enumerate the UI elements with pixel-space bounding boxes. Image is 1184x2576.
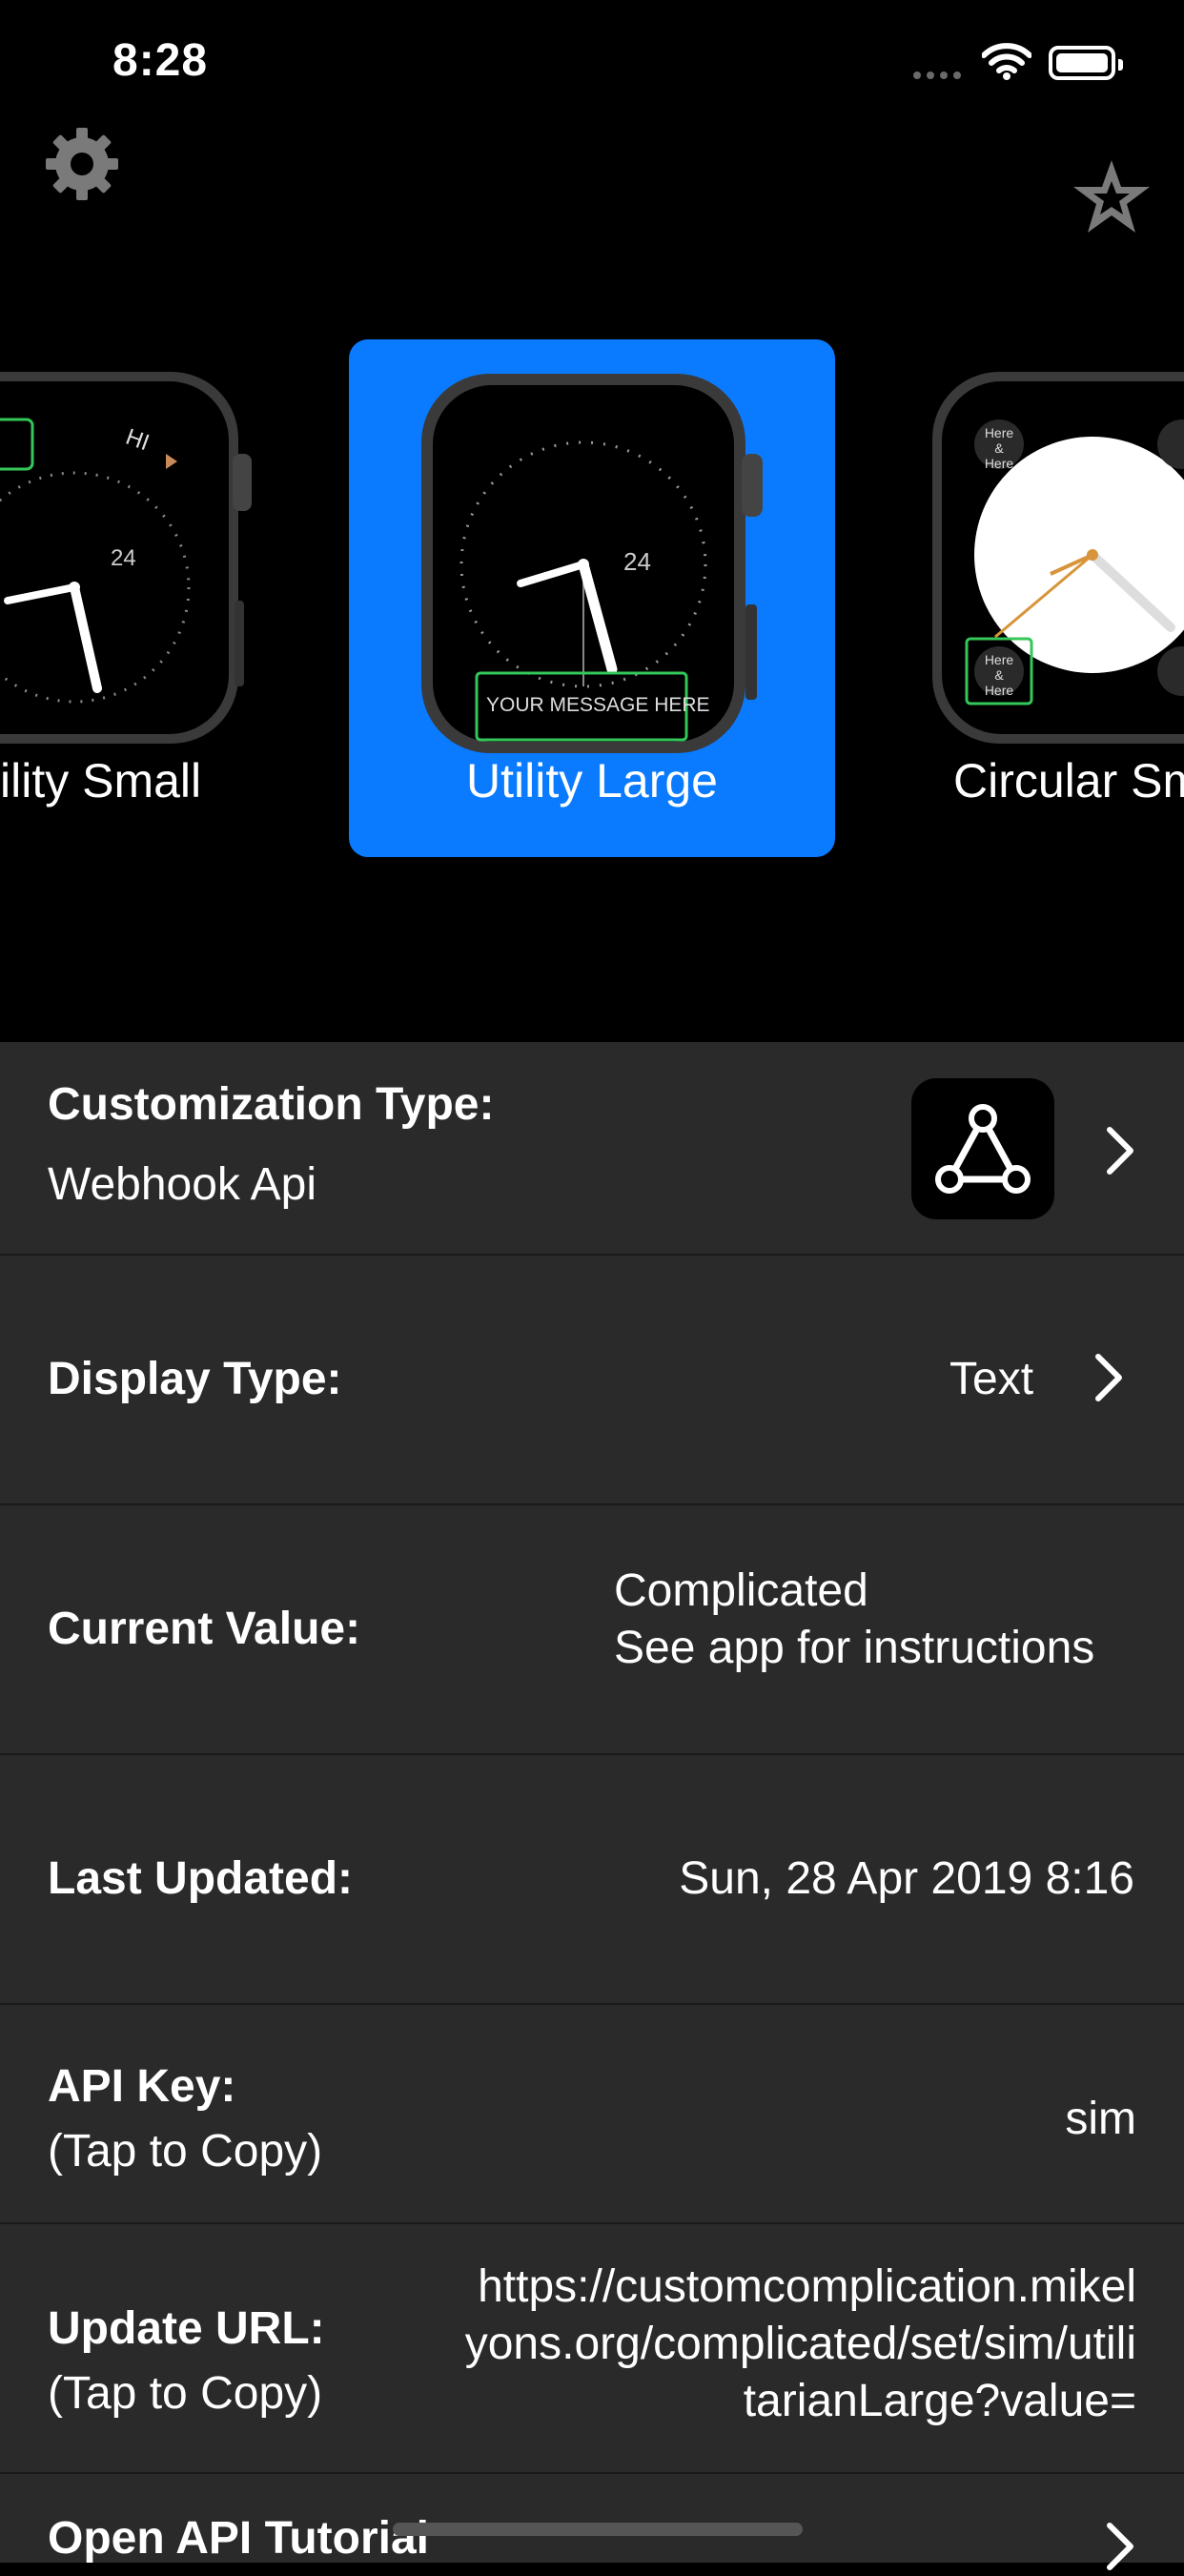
- settings-list: Customization Type: Webhook Api Display …: [0, 1042, 1184, 2570]
- update-url-line1: https://customcomplication.mikel: [478, 2261, 1136, 2312]
- battery-icon: [1049, 46, 1123, 80]
- watch-face-label: ility Small: [0, 754, 202, 808]
- watch-preview: [932, 372, 1184, 744]
- update-url-line3: tarianLarge?value=: [743, 2376, 1136, 2426]
- watch-face-number: 24: [111, 545, 136, 571]
- cellular-signal-icon: [913, 67, 967, 84]
- current-value-line2: See app for instructions: [614, 1623, 1095, 1673]
- customization-type-value: Webhook Api: [48, 1159, 316, 1210]
- update-url-row[interactable]: Update URL: (Tap to Copy) https://custom…: [0, 2222, 1184, 2474]
- complication-message: YOUR MESSAGE HERE: [486, 694, 710, 716]
- watch-face-carousel[interactable]: HI 24 ility Small 24 YOUR MESSAGE HERE U…: [0, 334, 1184, 868]
- status-time: 8:28: [112, 35, 209, 86]
- display-type-label: Display Type:: [48, 1354, 342, 1404]
- watch-face-card[interactable]: HI 24 ility Small: [0, 334, 257, 868]
- api-key-label: API Key:: [48, 2061, 236, 2112]
- watch-face-label: Utility Large: [466, 754, 718, 808]
- display-type-value: Text: [949, 1354, 1034, 1404]
- update-url-label: Update URL:: [48, 2303, 325, 2354]
- wifi-icon: [981, 42, 1032, 85]
- watch-face-label: Circular Sm: [953, 754, 1184, 808]
- last-updated-row: Last Updated: Sun, 28 Apr 2019 8:16: [0, 1753, 1184, 2005]
- api-key-hint: (Tap to Copy): [48, 2126, 323, 2177]
- chevron-right-icon: [1094, 1353, 1123, 1407]
- api-key-row[interactable]: API Key: (Tap to Copy) sim: [0, 2003, 1184, 2224]
- last-updated-label: Last Updated:: [48, 1853, 354, 1904]
- complication-text: Here & Here: [984, 652, 1014, 698]
- api-key-value: sim: [1065, 2094, 1136, 2144]
- update-url-line2: yons.org/complicated/set/sim/utili: [464, 2319, 1136, 2369]
- chevron-right-icon: [1106, 2522, 1134, 2576]
- last-updated-value: Sun, 28 Apr 2019 8:16: [679, 1853, 1134, 1904]
- open-api-tutorial-label: Open API Tutorial: [48, 2513, 430, 2564]
- current-value-row: Current Value: Complicated See app for i…: [0, 1503, 1184, 1755]
- display-type-row[interactable]: Display Type: Text: [0, 1254, 1184, 1505]
- update-url-hint: (Tap to Copy): [48, 2368, 323, 2419]
- webhook-icon: [911, 1078, 1054, 1219]
- customization-type-row[interactable]: Customization Type: Webhook Api: [0, 1042, 1184, 1256]
- watch-face-card[interactable]: Here & Here Here & Here Circular Sm: [927, 334, 1184, 868]
- current-value-label: Current Value:: [48, 1604, 361, 1654]
- complication-text: Here & Here: [984, 425, 1014, 471]
- open-api-tutorial-row[interactable]: Open API Tutorial: [0, 2472, 1184, 2570]
- chevron-right-icon: [1106, 1126, 1134, 1180]
- star-icon[interactable]: [1072, 158, 1152, 239]
- current-value-line1: Complicated: [614, 1565, 868, 1616]
- watch-face-number: 24: [623, 547, 651, 576]
- home-indicator[interactable]: [393, 2523, 803, 2536]
- watch-preview: 24 YOUR MESSAGE HERE: [416, 368, 768, 759]
- gear-icon[interactable]: [44, 126, 120, 207]
- customization-type-label: Customization Type:: [48, 1079, 495, 1130]
